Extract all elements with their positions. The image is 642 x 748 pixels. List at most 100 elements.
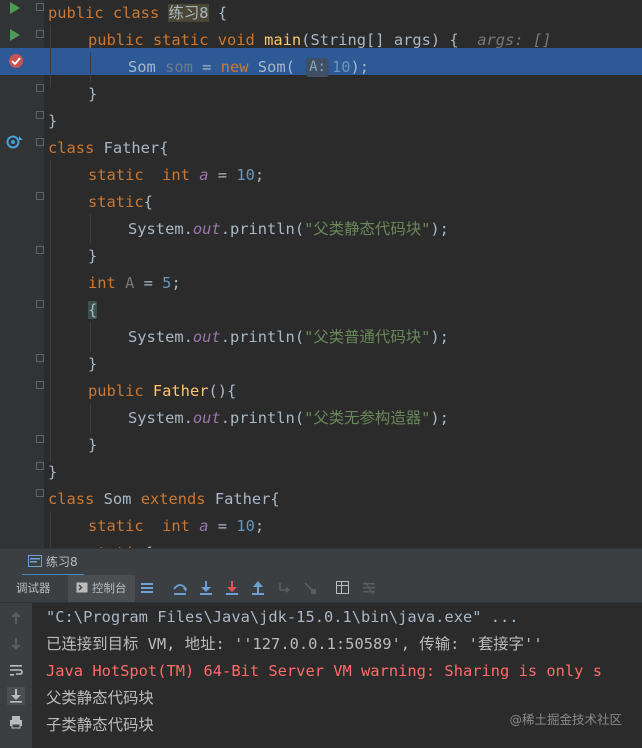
console-line: Java HotSpot(TM) 64-Bit Server VM warnin… — [46, 662, 602, 680]
code-line: public Father(){ — [88, 378, 236, 405]
scroll-up-icon[interactable] — [10, 611, 22, 625]
menu-icon[interactable] — [139, 580, 155, 596]
fold-marker-icon[interactable] — [36, 84, 44, 92]
run-class-icon[interactable] — [9, 1, 21, 15]
code-token: 练习8 — [168, 4, 209, 22]
code-line: public class 练习8 { — [48, 0, 227, 27]
code-token: args: [] — [477, 31, 552, 49]
code-token: { — [143, 193, 153, 211]
fold-marker-icon[interactable] — [36, 489, 44, 497]
code-token: } — [88, 436, 98, 454]
fold-marker-icon[interactable] — [36, 111, 44, 119]
code-token: ); — [350, 58, 370, 76]
scroll-down-icon[interactable] — [10, 637, 22, 651]
code-line: { — [88, 297, 98, 324]
console-line: 父类静态代码块 — [46, 689, 154, 707]
step-into-icon[interactable] — [198, 580, 214, 596]
code-token: ); — [430, 220, 449, 238]
code-token: { — [208, 4, 228, 22]
code-token: Som — [103, 490, 141, 508]
console-line: 已连接到目标 VM, 地址: ''127.0.0.1:50589', 传输: '… — [46, 635, 543, 653]
scroll-to-end-icon[interactable] — [7, 687, 25, 705]
tab-console[interactable]: 控制台 — [68, 575, 135, 602]
fold-marker-icon[interactable] — [36, 138, 44, 146]
code-token: static — [88, 193, 144, 211]
code-token: "父类无参构造器" — [304, 409, 431, 427]
code-token: } — [88, 247, 98, 265]
fold-marker-icon[interactable] — [36, 3, 44, 11]
code-token: "父类静态代码块" — [304, 220, 431, 238]
evaluate-expression-icon[interactable] — [335, 580, 351, 596]
code-line: } — [88, 432, 97, 459]
code-token: Som — [128, 58, 166, 76]
indent-guide — [50, 511, 51, 548]
code-token: main — [264, 31, 302, 49]
code-token: class — [48, 139, 104, 157]
fold-marker-icon[interactable] — [36, 246, 44, 254]
fold-marker-icon[interactable] — [36, 381, 44, 389]
code-token: = — [134, 274, 163, 292]
code-token: } — [48, 112, 58, 130]
indent-guide — [90, 403, 91, 433]
code-token: public — [88, 31, 153, 49]
code-line: } — [48, 108, 57, 135]
fold-marker-icon[interactable] — [36, 30, 44, 38]
force-step-into-icon[interactable] — [224, 580, 240, 596]
code-token: A — [125, 274, 135, 292]
fold-marker-icon[interactable] — [36, 435, 44, 443]
indent-guide — [90, 52, 91, 82]
watermark: @稀土掘金技术社区 — [509, 712, 622, 727]
console-line: 子类静态代码块 — [46, 716, 154, 734]
fold-marker-icon[interactable] — [36, 300, 44, 308]
soft-wrap-icon[interactable] — [9, 663, 23, 677]
trace-icon[interactable] — [361, 580, 377, 596]
code-line: public static void main(String[] args) {… — [88, 27, 551, 54]
code-line: System.out.println("父类无参构造器"); — [128, 405, 449, 432]
console-side-toolbar — [0, 603, 32, 748]
ide-window: public class 练习8 {public static void mai… — [0, 0, 642, 748]
debug-toolbar: 调试器 控制台 — [0, 575, 642, 603]
tab-debugger[interactable]: 调试器 — [8, 575, 59, 602]
run-main-icon[interactable] — [9, 28, 21, 42]
code-token: out — [192, 409, 221, 427]
code-token: a — [199, 166, 209, 184]
code-token: } — [88, 355, 98, 373]
code-token: 10 — [236, 166, 255, 184]
run-to-cursor-icon[interactable] — [302, 580, 318, 596]
code-token: new — [220, 58, 258, 76]
step-out-icon[interactable] — [250, 580, 266, 596]
fold-marker-icon[interactable] — [36, 192, 44, 200]
tab-debugger-label: 调试器 — [16, 581, 51, 595]
indent-guide — [90, 214, 91, 244]
print-icon[interactable] — [9, 715, 23, 729]
code-token: class — [48, 490, 104, 508]
tab-run-config[interactable]: 练习8 — [22, 549, 84, 576]
code-line: System.out.println("父类普通代码块"); — [128, 324, 449, 351]
code-token: int — [88, 274, 126, 292]
code-token: Father{ — [103, 139, 169, 157]
code-token: void — [217, 31, 265, 49]
fold-marker-icon[interactable] — [36, 354, 44, 362]
code-token: "父类普通代码块" — [304, 328, 431, 346]
code-token: out — [192, 220, 221, 238]
drop-frame-icon[interactable] — [276, 580, 292, 596]
code-token: class — [112, 4, 169, 22]
step-over-icon[interactable] — [172, 580, 188, 596]
code-token: int — [162, 166, 200, 184]
console-icon — [76, 582, 88, 593]
fold-marker-icon[interactable] — [36, 462, 44, 470]
console-line: "C:\Program Files\Java\jdk-15.0.1\bin\ja… — [46, 608, 519, 626]
code-token: System. — [128, 328, 193, 346]
code-token: public — [48, 4, 113, 22]
code-token: (String[] args) { — [301, 31, 478, 49]
code-token: static — [152, 31, 218, 49]
code-line: } — [88, 351, 97, 378]
code-token: ); — [430, 328, 449, 346]
code-token: out — [192, 328, 221, 346]
code-token: = — [208, 517, 237, 535]
code-token: som — [165, 58, 193, 76]
breakpoint-icon[interactable] — [8, 53, 24, 69]
code-editor[interactable]: public class 练习8 {public static void mai… — [0, 0, 642, 548]
tab-console-label: 控制台 — [92, 581, 127, 595]
implemented-override-icon[interactable] — [6, 134, 24, 150]
